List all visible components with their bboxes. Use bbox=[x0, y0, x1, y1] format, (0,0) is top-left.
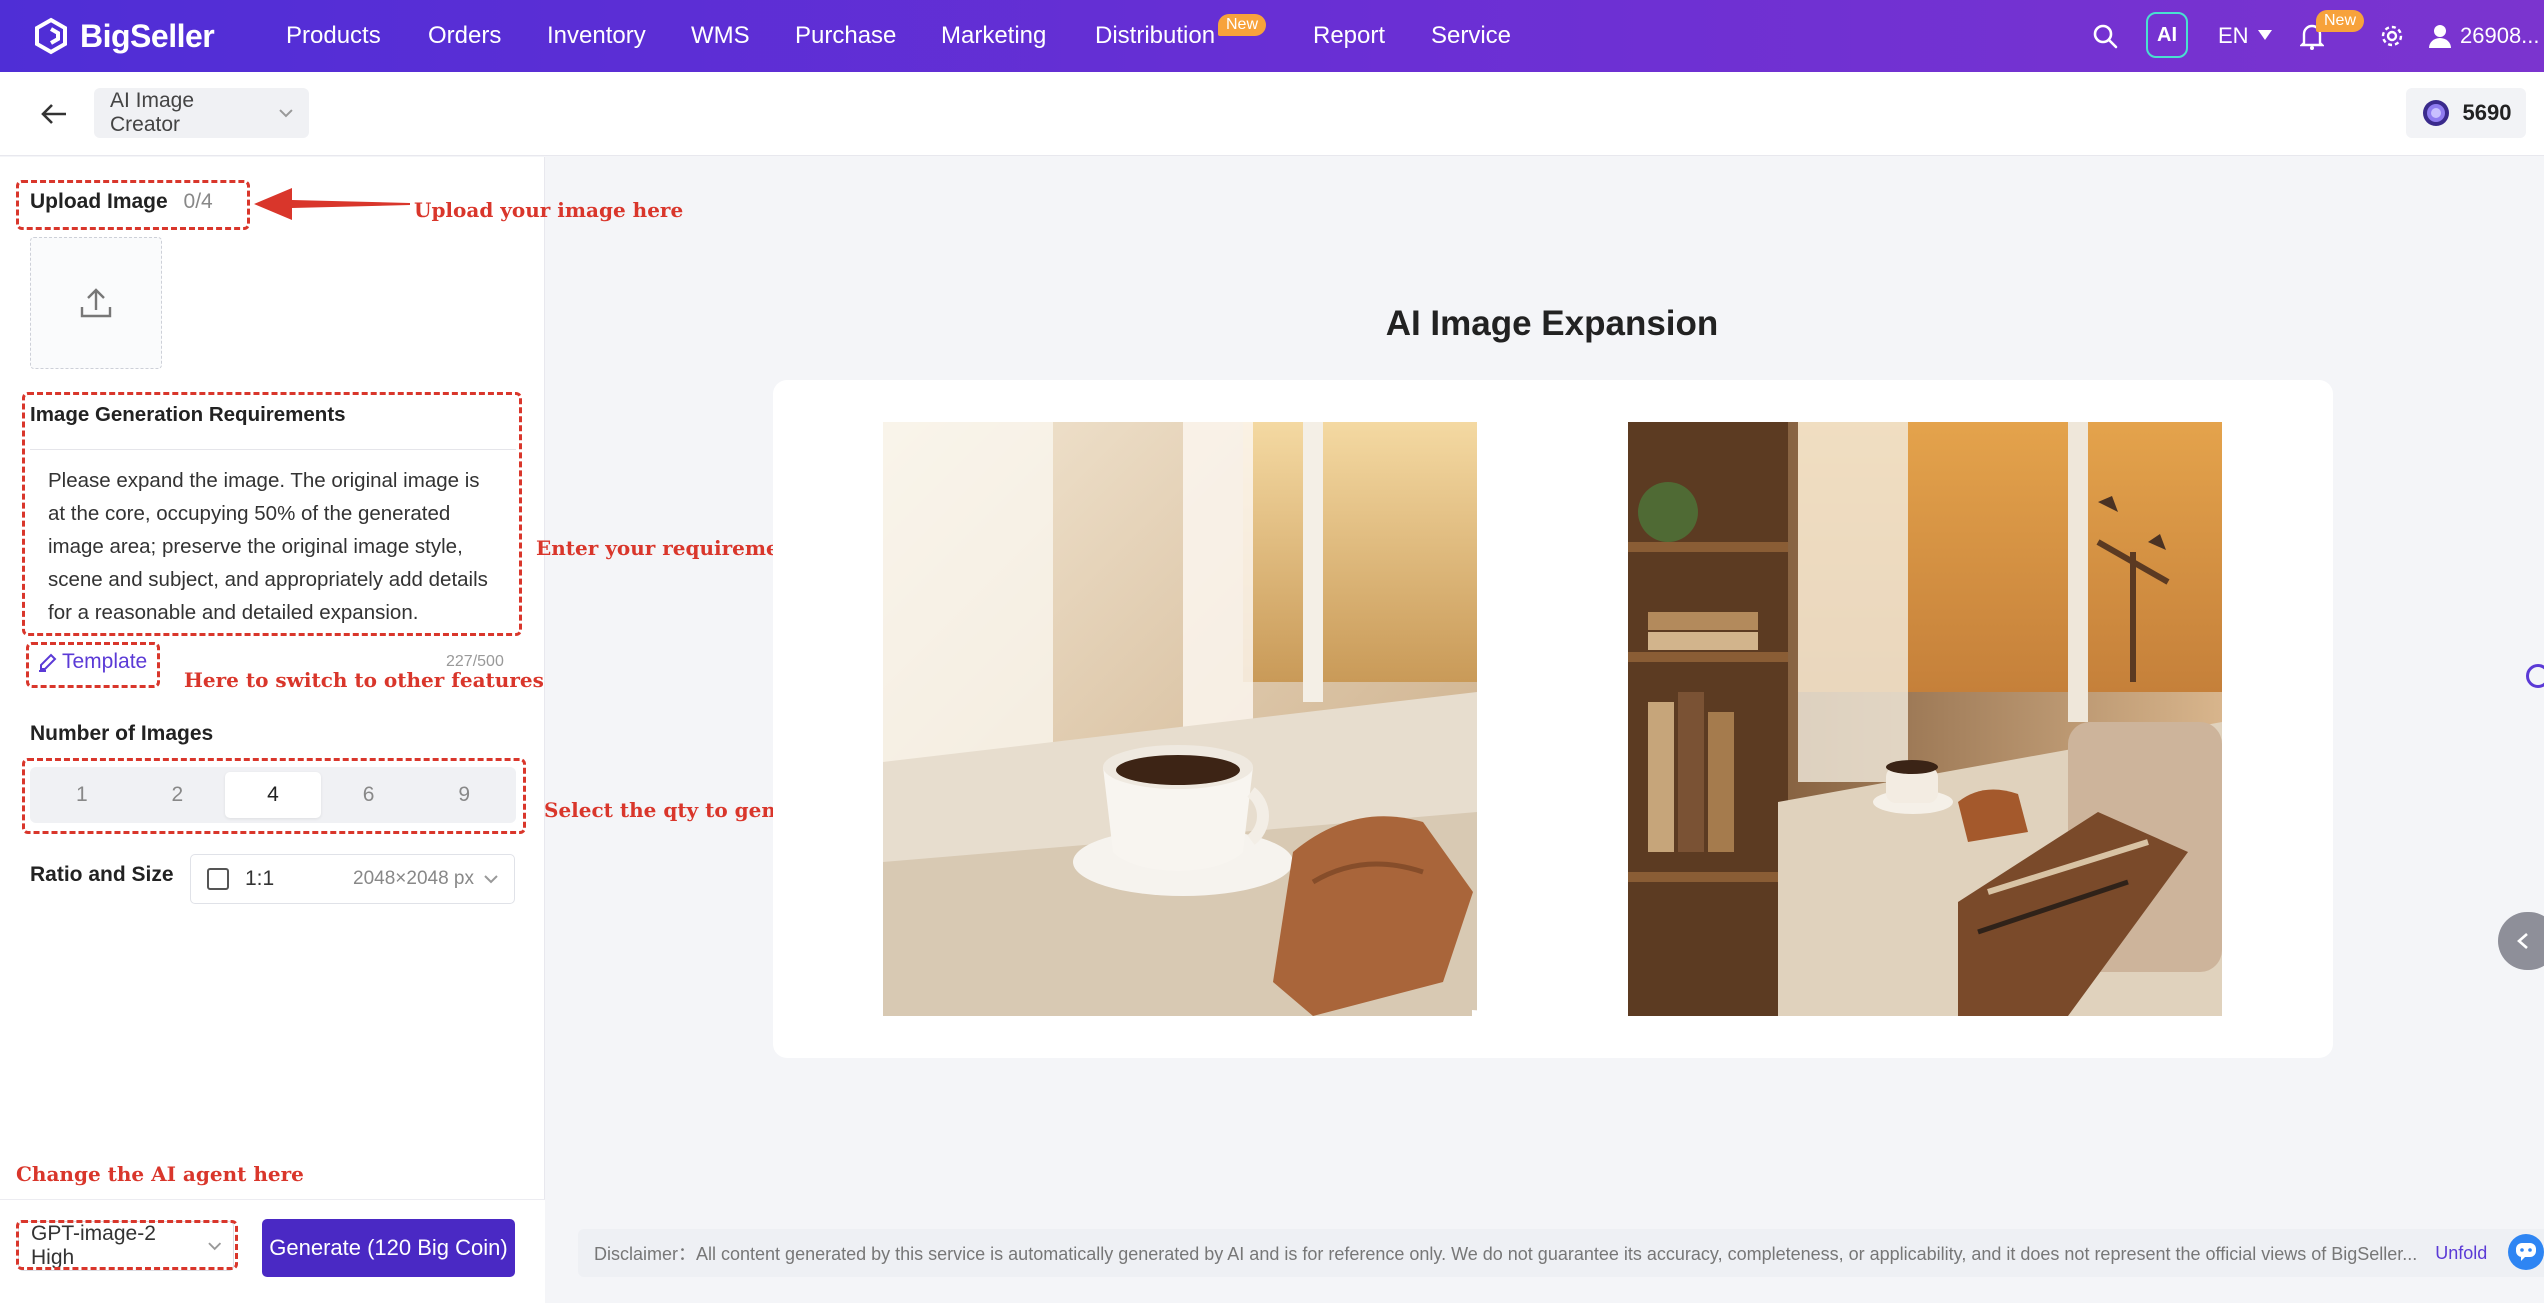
chevron-down-icon bbox=[279, 109, 293, 118]
brand-name: BigSeller bbox=[80, 17, 215, 54]
new-badge: New bbox=[1218, 14, 1267, 36]
gear-icon[interactable] bbox=[2380, 24, 2404, 48]
annotation-upload: Upload your image here bbox=[414, 198, 684, 222]
ratio-size-label: Ratio and Size bbox=[30, 863, 174, 886]
nav-service[interactable]: Service bbox=[1431, 0, 1511, 72]
language-label: EN bbox=[2218, 23, 2249, 48]
annotation-agent: Change the AI agent here bbox=[16, 1162, 304, 1186]
logo-icon bbox=[35, 17, 67, 55]
user-account[interactable]: 26908... bbox=[2460, 0, 2540, 72]
upload-dropzone[interactable] bbox=[30, 237, 162, 369]
back-arrow-icon[interactable] bbox=[38, 98, 70, 130]
floating-ring-icon[interactable] bbox=[2526, 664, 2544, 688]
requirements-highlight bbox=[22, 392, 522, 636]
nav-report[interactable]: Report bbox=[1313, 0, 1385, 72]
ratio-value: 1:1 bbox=[245, 867, 275, 890]
nav-purchase[interactable]: Purchase bbox=[795, 0, 896, 72]
ratio-select[interactable]: 1:1 2048×2048 px bbox=[190, 854, 515, 904]
side-panel-toggle[interactable] bbox=[2498, 912, 2544, 970]
nav-distribution[interactable]: Distribution bbox=[1095, 0, 1215, 72]
search-icon[interactable] bbox=[2092, 23, 2118, 49]
ratio-size: 2048×2048 px bbox=[353, 868, 474, 889]
sub-header: AI Image Creator 5690 bbox=[0, 72, 2544, 156]
template-highlight bbox=[26, 642, 160, 688]
annotation-arrow-icon bbox=[254, 188, 410, 220]
example-expanded-image bbox=[1628, 422, 2222, 1016]
ai-button[interactable]: AI bbox=[2146, 12, 2188, 58]
qty-highlight bbox=[22, 758, 526, 834]
nav-wms[interactable]: WMS bbox=[691, 0, 750, 72]
coin-icon bbox=[2422, 100, 2449, 126]
tool-select-label: AI Image Creator bbox=[110, 89, 195, 136]
unfold-link[interactable]: Unfold bbox=[2435, 1243, 2487, 1264]
tool-select[interactable]: AI Image Creator bbox=[94, 88, 309, 138]
help-icon bbox=[2516, 1243, 2536, 1261]
disclaimer-text: Disclaimer：All content generated by this… bbox=[594, 1244, 2418, 1264]
disclaimer-bar: Disclaimer：All content generated by this… bbox=[578, 1229, 2544, 1277]
ratio-square-icon bbox=[207, 868, 229, 890]
number-of-images-label: Number of Images bbox=[30, 722, 214, 745]
nav-orders[interactable]: Orders bbox=[428, 0, 501, 72]
coin-count: 5690 bbox=[2462, 100, 2512, 125]
generate-button[interactable]: Generate (120 Big Coin) bbox=[262, 1219, 515, 1277]
upload-icon bbox=[80, 288, 112, 318]
model-highlight bbox=[16, 1220, 238, 1270]
brand-logo[interactable]: BigSeller bbox=[32, 14, 215, 58]
help-chat-button[interactable] bbox=[2508, 1234, 2544, 1270]
chevron-left-icon bbox=[2517, 933, 2528, 949]
language-select[interactable]: EN bbox=[2218, 0, 2249, 72]
top-navbar: BigSeller Products Orders Inventory WMS … bbox=[0, 0, 2544, 72]
upload-highlight bbox=[16, 180, 250, 230]
annotation-template: Here to switch to other features bbox=[184, 668, 544, 692]
example-original-image bbox=[883, 422, 1477, 1016]
user-icon[interactable] bbox=[2428, 23, 2452, 49]
coin-balance[interactable]: 5690 bbox=[2406, 88, 2526, 138]
chevron-down-icon bbox=[484, 875, 498, 884]
page-title: AI Image Expansion bbox=[1385, 304, 1719, 343]
nav-inventory[interactable]: Inventory bbox=[547, 0, 646, 72]
caret-down-icon bbox=[2258, 30, 2272, 40]
nav-products[interactable]: Products bbox=[286, 0, 381, 72]
nav-marketing[interactable]: Marketing bbox=[941, 0, 1046, 72]
left-panel: Upload Image 0/4 Image Generation Requir… bbox=[0, 157, 545, 1303]
notification-new-badge: New bbox=[2316, 10, 2365, 32]
